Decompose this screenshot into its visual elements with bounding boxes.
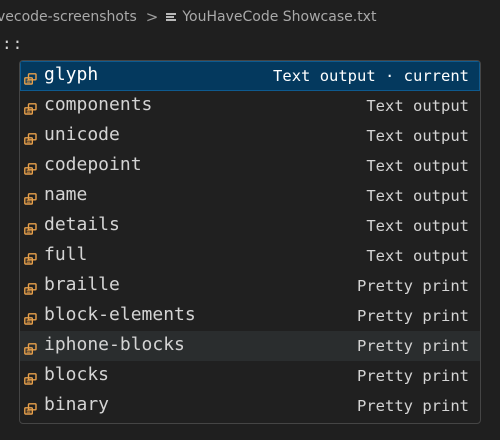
- suggestion-label: glyph: [44, 64, 99, 85]
- suggestion-label: components: [44, 94, 153, 115]
- text-file-icon: [166, 12, 177, 22]
- suggestion-label: codepoint: [44, 154, 142, 175]
- snippet-icon: [24, 370, 37, 385]
- suggestion-detail: Text output: [366, 187, 469, 205]
- snippet-icon: [24, 130, 37, 145]
- suggestion-item[interactable]: binary Pretty print: [20, 391, 480, 421]
- suggestion-label: binary: [44, 394, 110, 415]
- suggestion-label: block-elements: [44, 304, 196, 325]
- suggestion-label: iphone-blocks: [44, 334, 185, 355]
- suggestion-label: name: [44, 184, 88, 205]
- suggestion-detail: Pretty print: [357, 367, 469, 385]
- suggestion-label: braille: [44, 274, 120, 295]
- suggestion-detail: Pretty print: [357, 307, 469, 325]
- suggestion-detail: Pretty print: [357, 337, 469, 355]
- suggestion-item[interactable]: unicode Text output: [20, 121, 480, 151]
- breadcrumb-separator-icon: >: [145, 8, 159, 26]
- suggestion-detail: Text output · current: [273, 67, 469, 85]
- snippet-icon: [24, 100, 37, 115]
- suggestion-item[interactable]: glyph Text output · current: [20, 61, 480, 91]
- suggestion-item[interactable]: braille Pretty print: [20, 271, 480, 301]
- suggestion-item[interactable]: codepoint Text output: [20, 151, 480, 181]
- snippet-icon: [24, 220, 37, 235]
- suggestion-item[interactable]: block-elements Pretty print: [20, 301, 480, 331]
- suggestion-item[interactable]: components Text output: [20, 91, 480, 121]
- suggestion-label: blocks: [44, 364, 110, 385]
- suggestion-item[interactable]: full Text output: [20, 241, 480, 271]
- snippet-icon: [24, 310, 37, 325]
- suggestion-detail: Text output: [366, 127, 469, 145]
- suggestion-item[interactable]: details Text output: [20, 211, 480, 241]
- suggestion-label: unicode: [44, 124, 120, 145]
- breadcrumb: vecode-screenshots > YouHaveCode Showcas…: [0, 0, 500, 34]
- suggestion-item[interactable]: blocks Pretty print: [20, 361, 480, 391]
- snippet-icon: [24, 250, 37, 265]
- suggestion-detail: Pretty print: [357, 277, 469, 295]
- suggestion-label: details: [44, 214, 120, 235]
- snippet-icon: [24, 70, 37, 85]
- suggestion-label: full: [44, 244, 88, 265]
- suggestion-detail: Text output: [366, 157, 469, 175]
- editor-line-text: ::: [2, 34, 24, 53]
- suggestion-detail: Text output: [366, 247, 469, 265]
- breadcrumb-file[interactable]: YouHaveCode Showcase.txt: [182, 9, 376, 25]
- suggestion-detail: Text output: [366, 97, 469, 115]
- snippet-icon: [24, 400, 37, 415]
- breadcrumb-folder[interactable]: vecode-screenshots: [0, 9, 137, 25]
- suggestion-item[interactable]: iphone-blocks Pretty print: [20, 331, 480, 361]
- suggestion-item[interactable]: name Text output: [20, 181, 480, 211]
- suggestion-widget[interactable]: glyph Text output · current components Text…: [19, 60, 481, 424]
- snippet-icon: [24, 340, 37, 355]
- snippet-icon: [24, 160, 37, 175]
- editor-line[interactable]: ::: [0, 34, 500, 56]
- suggestion-detail: Pretty print: [357, 397, 469, 415]
- snippet-icon: [24, 190, 37, 205]
- suggestion-detail: Text output: [366, 217, 469, 235]
- snippet-icon: [24, 280, 37, 295]
